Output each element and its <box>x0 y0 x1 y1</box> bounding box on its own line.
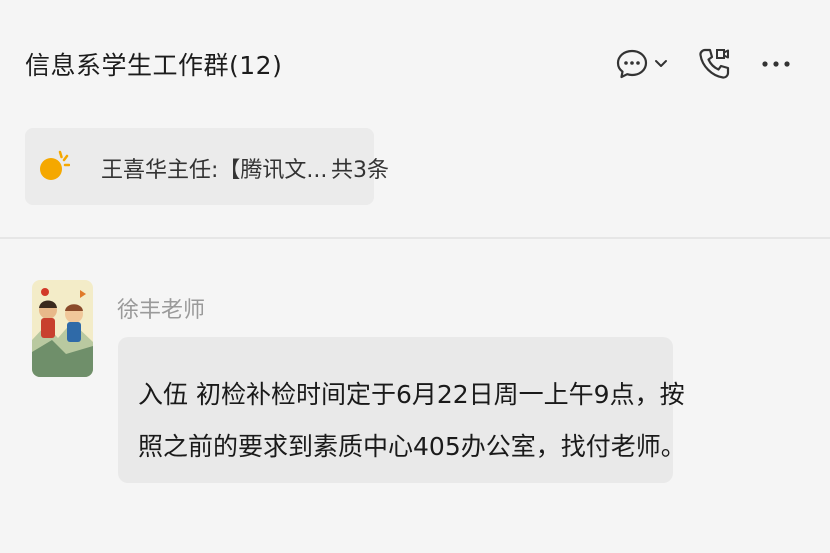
group-title: 信息系学生工作群(12) <box>25 51 283 80</box>
sender-name: 徐丰老师 <box>117 298 206 323</box>
message-line: 照之前的要求到素质中心405办公室，找付老师。 <box>138 432 686 461</box>
message-bubble[interactable]: 入伍 初检补检时间定于6月22日周一上午9点，按 照之前的要求到素质中心405办… <box>118 337 686 483</box>
pinned-count: 共3条 <box>331 158 389 183</box>
phone-call-icon[interactable] <box>694 44 734 84</box>
chat-window: 信息系学生工作群(12) 王喜华主任:【腾讯文... 共3条 徐丰老师 入伍 初… <box>0 0 830 553</box>
chevron-down-icon[interactable] <box>646 44 676 84</box>
chat-header: 信息系学生工作群(12) <box>0 0 830 120</box>
message-line: 入伍 初检补检时间定于6月22日周一上午9点，按 <box>138 380 685 409</box>
pinned-announcement[interactable]: 王喜华主任:【腾讯文... 共3条 <box>25 128 389 205</box>
pinned-preview-text: 王喜华主任:【腾讯文... <box>101 158 328 183</box>
sun-icon <box>40 150 70 180</box>
divider <box>0 237 830 239</box>
more-icon[interactable] <box>756 44 796 84</box>
avatar[interactable] <box>32 280 93 377</box>
